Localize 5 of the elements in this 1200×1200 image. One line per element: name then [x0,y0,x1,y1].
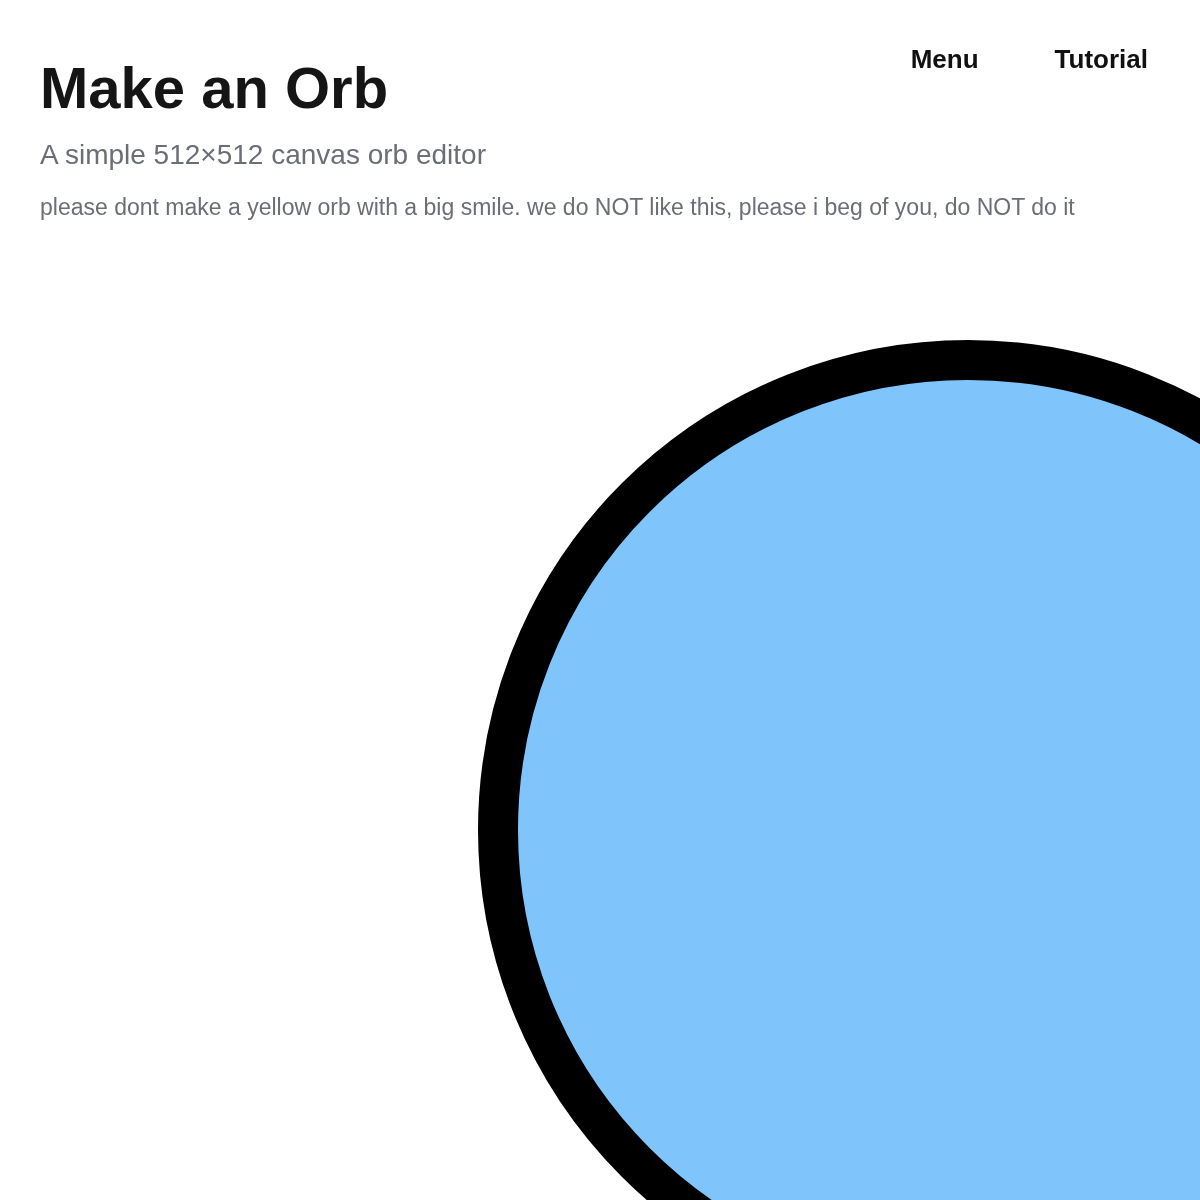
page-title: Make an Orb [40,54,389,122]
nav-link[interactable]: Tutorial [1054,42,1148,76]
warning-text: please dont make a yellow orb with a big smile. we do NOT like this, please i beg of you, do NOT do it [40,193,1075,222]
nav-link[interactable]: Menu [910,42,979,76]
subtitle: A simple 512×512 canvas orb editor [40,138,486,172]
